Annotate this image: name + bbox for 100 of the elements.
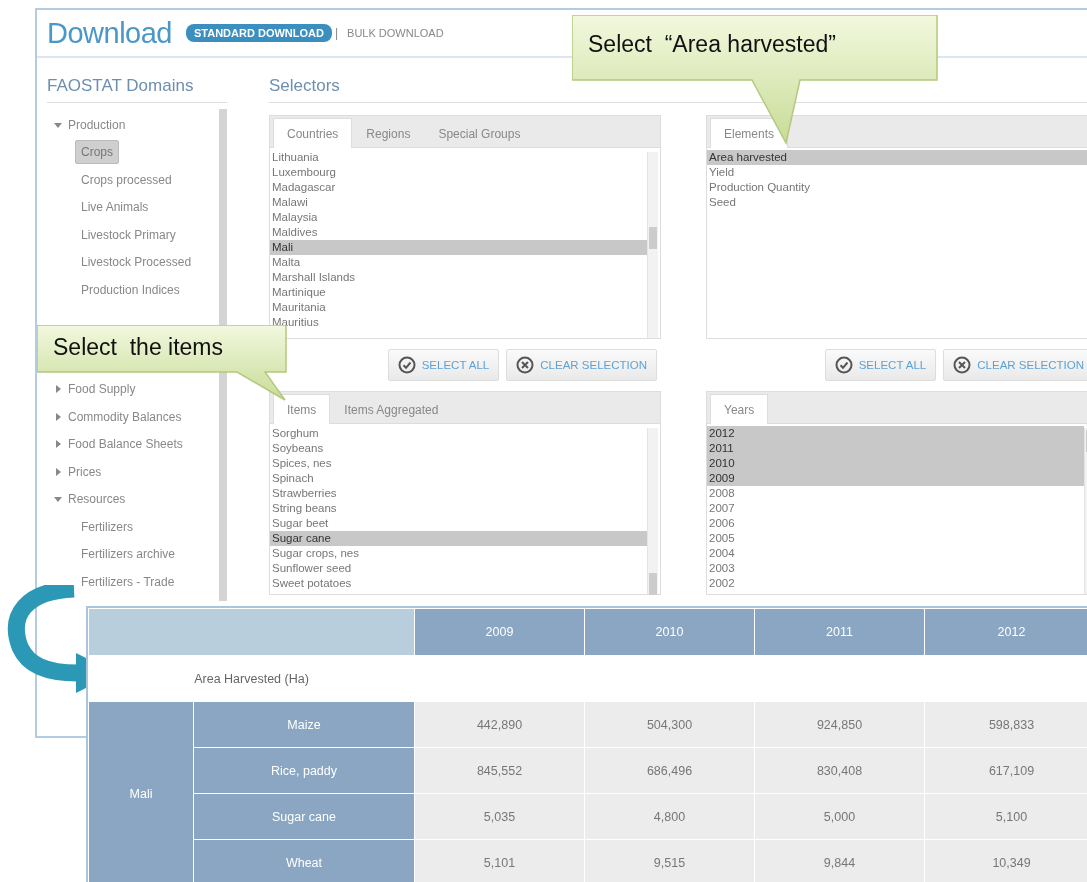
table-cell: 5,101 — [414, 839, 585, 882]
table-cell: 9,844 — [754, 839, 925, 882]
list-option[interactable]: Mali — [270, 240, 647, 255]
table-cell: 686,496 — [584, 747, 755, 794]
list-option[interactable]: Malta — [270, 255, 647, 270]
scrollbar[interactable] — [647, 428, 658, 594]
list-option[interactable]: Sugar crops, nes — [270, 546, 647, 561]
domain-subitem[interactable]: Fertilizers archive — [75, 542, 182, 567]
list-option[interactable]: Martinique — [270, 285, 647, 300]
list-option[interactable]: Maldives — [270, 225, 647, 240]
list-option[interactable]: Spices, nes — [270, 456, 647, 471]
selector-tab[interactable]: Countries — [273, 118, 353, 148]
list-option[interactable]: Luxembourg — [270, 165, 647, 180]
list-option[interactable]: 2007 — [707, 501, 1084, 516]
list-option[interactable]: 2012 — [707, 426, 1084, 441]
selector-tab[interactable]: Items — [273, 394, 331, 424]
list-option[interactable]: 2003 — [707, 561, 1084, 576]
download-tab[interactable]: BULK DOWNLOAD — [341, 25, 450, 41]
column-header: 2011 — [754, 608, 925, 656]
expand-triangle-icon[interactable] — [54, 440, 62, 449]
callout-text: Select “Area harvested” — [588, 31, 836, 58]
domain-subitem[interactable]: Production Indices — [75, 277, 186, 302]
list-option[interactable]: Production Quantity — [707, 180, 1087, 195]
table-cell: 845,552 — [414, 747, 585, 794]
column-header: 2009 — [414, 608, 585, 656]
column-header: 2010 — [584, 608, 755, 656]
list-option[interactable]: 2008 — [707, 486, 1084, 501]
list-option[interactable]: Spinach — [270, 471, 647, 486]
table-cell: 5,000 — [754, 793, 925, 840]
download-tab[interactable]: STANDARD DOWNLOAD — [186, 24, 332, 42]
domain-item[interactable]: Food Supply — [68, 382, 136, 397]
list-option[interactable]: 2010 — [707, 456, 1084, 471]
list-option[interactable]: Lithuania — [270, 150, 647, 165]
domain-subitem[interactable]: Fertilizers — [75, 514, 139, 539]
column-header: 2012 — [924, 608, 1087, 656]
selector-tab[interactable]: Elements — [710, 118, 789, 148]
table-cell: 504,300 — [584, 701, 755, 748]
domain-item[interactable]: Prices — [68, 464, 102, 479]
selector-tab[interactable]: Regions — [352, 119, 425, 147]
clear-selection-button[interactable]: CLEAR SELECTION — [506, 349, 657, 381]
table-cell: 9,515 — [584, 839, 755, 882]
expand-triangle-icon[interactable] — [54, 412, 62, 421]
domain-item[interactable]: Production — [68, 117, 126, 132]
expand-triangle-icon[interactable] — [54, 467, 62, 476]
list-option[interactable]: 2009 — [707, 471, 1084, 486]
scrollbar[interactable] — [647, 152, 658, 338]
table-cell: 924,850 — [754, 701, 925, 748]
list-option[interactable]: Malawi — [270, 195, 647, 210]
list-option[interactable]: Yield — [707, 165, 1087, 180]
table-cell: 5,100 — [924, 793, 1087, 840]
clear-circle-icon — [953, 356, 972, 374]
list-option[interactable]: Sugar beet — [270, 516, 647, 531]
row-header: Maize — [193, 701, 415, 748]
list-option[interactable]: Sunflower seed — [270, 561, 647, 576]
list-option[interactable]: Mauritania — [270, 300, 647, 315]
table-cell: 4,800 — [584, 793, 755, 840]
row-group-header: Mali — [88, 701, 194, 882]
callout-text: Select the items — [53, 334, 224, 361]
list-option[interactable]: 2005 — [707, 531, 1084, 546]
select-all-button[interactable]: SELECT ALL — [824, 349, 937, 381]
list-option[interactable]: String beans — [270, 501, 647, 516]
collapse-triangle-icon[interactable] — [54, 120, 62, 129]
list-option[interactable]: Sweet potatoes — [270, 576, 647, 591]
list-option[interactable]: Soybeans — [270, 441, 647, 456]
clear-selection-button[interactable]: CLEAR SELECTION — [943, 349, 1087, 381]
list-option[interactable]: Sorghum — [270, 426, 647, 441]
sidebar-title: FAOSTAT Domains — [47, 58, 227, 103]
domain-subitem[interactable]: Crops processed — [75, 167, 178, 192]
list-option[interactable]: Madagascar — [270, 180, 647, 195]
domain-item[interactable]: Food Balance Sheets — [68, 437, 183, 452]
list-option[interactable]: 2006 — [707, 516, 1084, 531]
selector-tab[interactable]: Items Aggregated — [330, 395, 453, 423]
list-option[interactable]: Mauritius — [270, 315, 647, 330]
select-all-button[interactable]: SELECT ALL — [387, 349, 500, 381]
page-title: Download — [47, 16, 172, 50]
domain-item[interactable]: Resources — [68, 492, 126, 507]
list-option[interactable]: Area harvested — [707, 150, 1087, 165]
list-option[interactable]: 2011 — [707, 441, 1084, 456]
list-option[interactable]: Marshall Islands — [270, 270, 647, 285]
domain-subitem[interactable]: Live Animals — [75, 195, 155, 220]
list-option[interactable]: Malaysia — [270, 210, 647, 225]
list-option[interactable]: Seed — [707, 195, 1087, 210]
row-header: Wheat — [193, 839, 415, 882]
list-option[interactable]: Sugar cane — [270, 531, 647, 546]
selector-tab[interactable]: Special Groups — [424, 119, 535, 147]
table-cell: 830,408 — [754, 747, 925, 794]
list-option[interactable]: Strawberries — [270, 486, 647, 501]
list-option[interactable]: 2004 — [707, 546, 1084, 561]
domain-subitem[interactable]: Livestock Processed — [75, 250, 198, 275]
domain-subitem[interactable]: Crops — [75, 140, 119, 165]
domain-subitem[interactable]: Livestock Primary — [75, 222, 182, 247]
list-option[interactable]: 2002 — [707, 576, 1084, 591]
table-cell: 617,109 — [924, 747, 1087, 794]
expand-triangle-icon[interactable] — [54, 385, 62, 394]
collapse-triangle-icon[interactable] — [54, 495, 62, 504]
domain-item[interactable]: Commodity Balances — [68, 409, 182, 424]
selector-tab[interactable]: Years — [710, 394, 769, 424]
check-circle-icon — [834, 356, 853, 374]
tab-separator: | — [334, 26, 339, 40]
domain-subitem[interactable]: Fertilizers - Trade — [75, 569, 181, 594]
